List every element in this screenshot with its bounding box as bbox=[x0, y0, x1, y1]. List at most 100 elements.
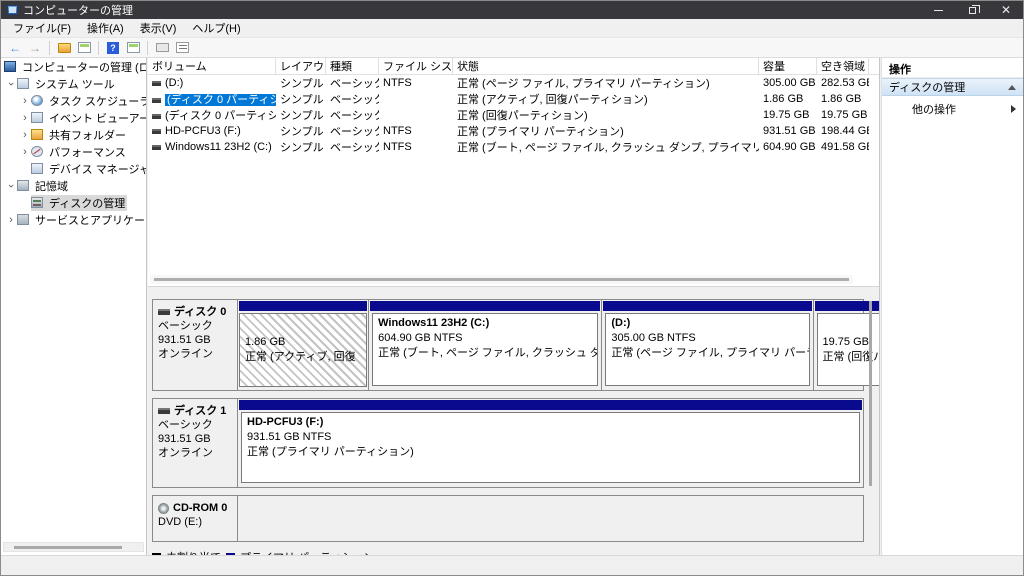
partition-box-selected[interactable]: 1.86 GB 正常 (アクティブ, 回復 bbox=[239, 313, 368, 387]
window-bottom-strip bbox=[1, 555, 1023, 575]
console-window-icon[interactable] bbox=[75, 39, 93, 56]
forward-icon[interactable]: → bbox=[26, 39, 44, 56]
volume-row-selected[interactable]: (ディスク 0 パーティション 1) シンプル ベーシック 正常 (アクティブ,… bbox=[148, 91, 879, 107]
column-header-status[interactable]: 状態 bbox=[453, 58, 759, 74]
panel-splitter[interactable] bbox=[148, 286, 879, 293]
disk-icon bbox=[158, 408, 170, 414]
tree-item-disk-management[interactable]: ディスクの管理 bbox=[1, 194, 146, 211]
cdrom-0-label[interactable]: CD-ROM 0 DVD (E:) bbox=[153, 496, 238, 541]
tree-item-computer-management[interactable]: コンピューターの管理 (ローカル bbox=[1, 58, 146, 75]
tree-item-shared-folders[interactable]: › 共有フォルダー bbox=[1, 126, 146, 143]
tree-item-services-applications[interactable]: › サービスとアプリケーション bbox=[1, 211, 146, 228]
cdrom-empty-area bbox=[238, 496, 863, 541]
device-manager-icon bbox=[31, 163, 43, 174]
partition-box[interactable]: (D:) 305.00 GB NTFS 正常 (ページ ファイル, プライマリ … bbox=[605, 313, 810, 386]
disk-icon bbox=[158, 309, 170, 315]
services-icon bbox=[17, 214, 29, 225]
storage-icon bbox=[17, 180, 29, 191]
app-icon bbox=[7, 5, 18, 15]
toolbar: ← → ? bbox=[1, 37, 1023, 58]
graphical-vertical-scrollbar[interactable] bbox=[866, 301, 874, 531]
partition-hd-pcfu3[interactable]: HD-PCFU3 (F:) 931.51 GB NTFS 正常 (プライマリ パ… bbox=[238, 399, 863, 487]
chevron-right-icon[interactable]: › bbox=[19, 95, 31, 107]
actions-panel-title: 操作 bbox=[882, 58, 1023, 78]
back-icon[interactable]: ← bbox=[6, 39, 24, 56]
menu-bar: ファイル(F) 操作(A) 表示(V) ヘルプ(H) bbox=[1, 19, 1023, 37]
chevron-right-icon[interactable]: › bbox=[19, 146, 31, 158]
volume-list-horizontal-scrollbar[interactable] bbox=[150, 275, 853, 284]
menu-view[interactable]: 表示(V) bbox=[132, 18, 185, 38]
disk-1-label[interactable]: ディスク 1 ベーシック 931.51 GB オンライン bbox=[153, 399, 238, 487]
chevron-right-icon[interactable]: › bbox=[19, 112, 31, 124]
partition-recovery-1[interactable]: 1.86 GB 正常 (アクティブ, 回復 bbox=[238, 300, 370, 390]
column-header-volume[interactable]: ボリューム bbox=[148, 58, 276, 74]
column-header-type[interactable]: 種類 bbox=[326, 58, 379, 74]
close-button[interactable]: ✕ bbox=[989, 1, 1023, 19]
computer-management-icon bbox=[4, 61, 16, 72]
disk-management-icon bbox=[31, 197, 43, 208]
column-header-layout[interactable]: レイアウト bbox=[276, 58, 326, 74]
graphical-view: ディスク 0 ベーシック 931.51 GB オンライン 1.86 GB 正常 … bbox=[148, 293, 879, 555]
computer-management-window: コンピューターの管理 ✕ ファイル(F) 操作(A) 表示(V) ヘルプ(H) … bbox=[0, 0, 1024, 576]
chevron-right-icon[interactable]: › bbox=[5, 214, 17, 226]
chevron-down-icon[interactable]: › bbox=[5, 78, 17, 90]
chevron-right-icon[interactable]: › bbox=[19, 129, 31, 141]
collapse-arrow-icon[interactable] bbox=[1008, 84, 1016, 90]
tree-item-system-tools[interactable]: › システム ツール bbox=[1, 75, 146, 92]
menu-file[interactable]: ファイル(F) bbox=[5, 18, 79, 38]
show-hide-pane-icon[interactable] bbox=[124, 39, 142, 56]
toolbar-separator bbox=[98, 40, 99, 55]
selected-volume-label: (ディスク 0 パーティション 1) bbox=[165, 94, 276, 106]
primary-partition-bar bbox=[239, 301, 368, 311]
event-viewer-icon bbox=[31, 112, 43, 123]
tree-item-device-manager[interactable]: デバイス マネージャー bbox=[1, 160, 146, 177]
volume-list-header: ボリューム レイアウト 種類 ファイル システム 状態 容量 空き領域 bbox=[148, 58, 879, 75]
tree-item-event-viewer[interactable]: › イベント ビューアー bbox=[1, 109, 146, 126]
partition-box[interactable]: Windows11 23H2 (C:) 604.90 GB NTFS 正常 (ブ… bbox=[372, 313, 599, 386]
volume-list: ボリューム レイアウト 種類 ファイル システム 状態 容量 空き領域 (D:)… bbox=[148, 58, 879, 286]
tree-item-storage[interactable]: › 記憶域 bbox=[1, 177, 146, 194]
cd-rom-icon bbox=[158, 502, 169, 514]
partition-windows-c[interactable]: Windows11 23H2 (C:) 604.90 GB NTFS 正常 (ブ… bbox=[369, 300, 603, 390]
more-actions-item[interactable]: 他の操作 bbox=[882, 96, 1023, 117]
help-icon[interactable]: ? bbox=[104, 39, 122, 56]
console-tree: コンピューターの管理 (ローカル › システム ツール › タスク スケジューラ… bbox=[1, 58, 147, 555]
volume-icon bbox=[152, 98, 161, 103]
primary-partition-bar bbox=[603, 301, 812, 311]
expand-arrow-icon[interactable] bbox=[1011, 105, 1016, 113]
task-scheduler-icon bbox=[31, 95, 43, 106]
actions-group-disk-management[interactable]: ディスクの管理 bbox=[882, 78, 1023, 96]
primary-partition-bar bbox=[239, 400, 862, 410]
menu-help[interactable]: ヘルプ(H) bbox=[184, 18, 248, 38]
column-header-free[interactable]: 空き領域 bbox=[817, 58, 869, 74]
tree-item-task-scheduler[interactable]: › タスク スケジューラ bbox=[1, 92, 146, 109]
action-menu-icon[interactable] bbox=[153, 39, 171, 56]
restore-button[interactable] bbox=[955, 1, 989, 19]
column-header-capacity[interactable]: 容量 bbox=[759, 58, 817, 74]
toolbar-separator bbox=[147, 40, 148, 55]
actions-panel: 操作 ディスクの管理 他の操作 bbox=[881, 58, 1023, 555]
volume-row[interactable]: (D:) シンプル ベーシック NTFS 正常 (ページ ファイル, プライマリ… bbox=[148, 75, 879, 91]
toolbar-separator bbox=[49, 40, 50, 55]
window-title: コンピューターの管理 bbox=[23, 5, 133, 17]
volume-row[interactable]: Windows11 23H2 (C:) シンプル ベーシック NTFS 正常 (… bbox=[148, 139, 879, 155]
volume-icon bbox=[152, 81, 161, 86]
volume-row[interactable]: HD-PCFU3 (F:) シンプル ベーシック NTFS 正常 (プライマリ … bbox=[148, 123, 879, 139]
partition-box[interactable]: HD-PCFU3 (F:) 931.51 GB NTFS 正常 (プライマリ パ… bbox=[241, 412, 860, 483]
primary-partition-bar bbox=[370, 301, 601, 311]
partition-d[interactable]: (D:) 305.00 GB NTFS 正常 (ページ ファイル, プライマリ … bbox=[602, 300, 814, 390]
menu-action[interactable]: 操作(A) bbox=[79, 18, 132, 38]
folder-icon[interactable] bbox=[55, 39, 73, 56]
disk-management-panel: ボリューム レイアウト 種類 ファイル システム 状態 容量 空き領域 (D:)… bbox=[148, 58, 880, 555]
disk-0-label[interactable]: ディスク 0 ベーシック 931.51 GB オンライン bbox=[153, 300, 238, 390]
volume-icon bbox=[152, 129, 161, 134]
performance-icon bbox=[31, 146, 43, 157]
properties-icon[interactable] bbox=[173, 39, 191, 56]
chevron-down-icon[interactable]: › bbox=[5, 180, 17, 192]
tree-item-performance[interactable]: › パフォーマンス bbox=[1, 143, 146, 160]
tree-horizontal-scrollbar[interactable] bbox=[3, 542, 144, 552]
column-header-filesystem[interactable]: ファイル システム bbox=[379, 58, 453, 74]
volume-icon bbox=[152, 114, 161, 119]
minimize-button[interactable] bbox=[921, 1, 955, 19]
volume-row[interactable]: (ディスク 0 パーティション 4) シンプル ベーシック 正常 (回復パーティ… bbox=[148, 107, 879, 123]
